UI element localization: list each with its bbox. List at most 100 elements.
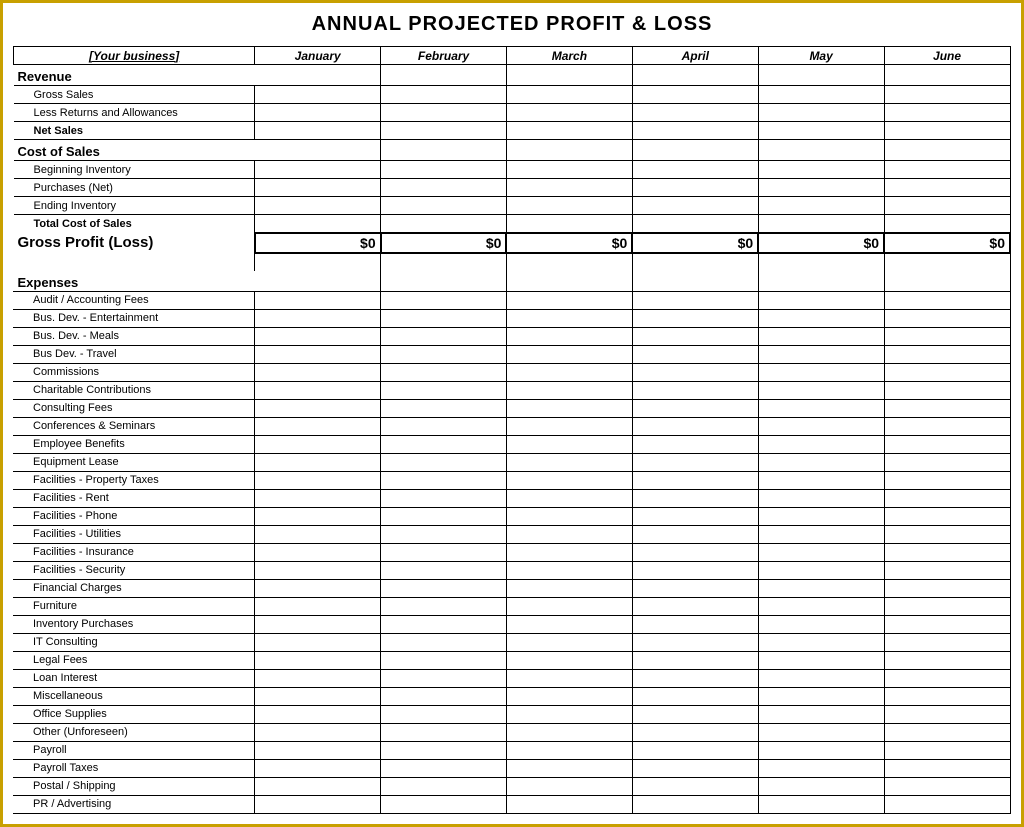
expense-19-col-0[interactable] xyxy=(255,633,381,651)
expense-18-col-2[interactable] xyxy=(507,615,633,633)
expense-8-col-2[interactable] xyxy=(507,435,633,453)
gross-sales-jan[interactable] xyxy=(255,86,381,104)
expense-3-col-0[interactable] xyxy=(255,345,381,363)
expense-23-col-3[interactable] xyxy=(633,705,759,723)
expense-6-col-1[interactable] xyxy=(381,399,507,417)
expense-8-col-1[interactable] xyxy=(381,435,507,453)
expense-26-col-3[interactable] xyxy=(633,759,759,777)
expense-8-col-5[interactable] xyxy=(885,435,1011,453)
expense-20-col-5[interactable] xyxy=(885,651,1011,669)
expense-5-col-2[interactable] xyxy=(507,381,633,399)
expense-24-col-2[interactable] xyxy=(507,723,633,741)
expense-22-col-3[interactable] xyxy=(633,687,759,705)
gross-profit-feb[interactable]: $0 xyxy=(381,233,507,253)
expense-18-col-0[interactable] xyxy=(255,615,381,633)
expense-22-col-2[interactable] xyxy=(507,687,633,705)
expense-5-col-3[interactable] xyxy=(633,381,759,399)
expense-27-col-4[interactable] xyxy=(759,777,885,795)
expense-1-col-5[interactable] xyxy=(885,309,1011,327)
expense-11-col-0[interactable] xyxy=(255,489,381,507)
expense-2-col-5[interactable] xyxy=(885,327,1011,345)
expense-5-col-5[interactable] xyxy=(885,381,1011,399)
expense-20-col-2[interactable] xyxy=(507,651,633,669)
expense-15-col-1[interactable] xyxy=(381,561,507,579)
expense-26-col-4[interactable] xyxy=(759,759,885,777)
expense-22-col-1[interactable] xyxy=(381,687,507,705)
expense-23-col-5[interactable] xyxy=(885,705,1011,723)
expense-17-col-5[interactable] xyxy=(885,597,1011,615)
expense-1-col-4[interactable] xyxy=(759,309,885,327)
expense-18-col-5[interactable] xyxy=(885,615,1011,633)
expense-11-col-4[interactable] xyxy=(759,489,885,507)
expense-13-col-2[interactable] xyxy=(507,525,633,543)
expense-10-col-0[interactable] xyxy=(255,471,381,489)
expense-15-col-0[interactable] xyxy=(255,561,381,579)
beginning-inventory-jun[interactable] xyxy=(884,161,1010,179)
expense-13-col-0[interactable] xyxy=(255,525,381,543)
expense-0-col-1[interactable] xyxy=(381,291,507,309)
net-sales-jan[interactable] xyxy=(255,122,381,140)
expense-7-col-2[interactable] xyxy=(507,417,633,435)
expense-22-col-0[interactable] xyxy=(255,687,381,705)
expense-3-col-1[interactable] xyxy=(381,345,507,363)
expense-26-col-2[interactable] xyxy=(507,759,633,777)
expense-16-col-4[interactable] xyxy=(759,579,885,597)
beginning-inventory-may[interactable] xyxy=(758,161,884,179)
expense-12-col-0[interactable] xyxy=(255,507,381,525)
gross-profit-apr[interactable]: $0 xyxy=(632,233,758,253)
expense-2-col-2[interactable] xyxy=(507,327,633,345)
beginning-inventory-jan[interactable] xyxy=(255,161,381,179)
expense-28-col-1[interactable] xyxy=(381,795,507,813)
expense-13-col-5[interactable] xyxy=(885,525,1011,543)
expense-26-col-0[interactable] xyxy=(255,759,381,777)
expense-9-col-3[interactable] xyxy=(633,453,759,471)
expense-18-col-1[interactable] xyxy=(381,615,507,633)
expense-4-col-4[interactable] xyxy=(759,363,885,381)
expense-24-col-4[interactable] xyxy=(759,723,885,741)
expense-3-col-3[interactable] xyxy=(633,345,759,363)
ending-inventory-feb[interactable] xyxy=(381,197,507,215)
expense-16-col-0[interactable] xyxy=(255,579,381,597)
expense-3-col-2[interactable] xyxy=(507,345,633,363)
expense-0-col-4[interactable] xyxy=(759,291,885,309)
expense-11-col-2[interactable] xyxy=(507,489,633,507)
total-cos-may[interactable] xyxy=(758,215,884,233)
expense-19-col-4[interactable] xyxy=(759,633,885,651)
expense-18-col-4[interactable] xyxy=(759,615,885,633)
expense-14-col-4[interactable] xyxy=(759,543,885,561)
expense-19-col-2[interactable] xyxy=(507,633,633,651)
expense-0-col-3[interactable] xyxy=(633,291,759,309)
expense-9-col-0[interactable] xyxy=(255,453,381,471)
expense-21-col-2[interactable] xyxy=(507,669,633,687)
expense-10-col-3[interactable] xyxy=(633,471,759,489)
beginning-inventory-feb[interactable] xyxy=(381,161,507,179)
beginning-inventory-mar[interactable] xyxy=(506,161,632,179)
expense-20-col-1[interactable] xyxy=(381,651,507,669)
expense-21-col-3[interactable] xyxy=(633,669,759,687)
expense-20-col-3[interactable] xyxy=(633,651,759,669)
gross-profit-may[interactable]: $0 xyxy=(758,233,884,253)
expense-14-col-1[interactable] xyxy=(381,543,507,561)
expense-23-col-4[interactable] xyxy=(759,705,885,723)
expense-22-col-4[interactable] xyxy=(759,687,885,705)
expense-24-col-3[interactable] xyxy=(633,723,759,741)
expense-12-col-2[interactable] xyxy=(507,507,633,525)
expense-6-col-5[interactable] xyxy=(885,399,1011,417)
net-sales-mar[interactable] xyxy=(506,122,632,140)
expense-11-col-1[interactable] xyxy=(381,489,507,507)
ending-inventory-jan[interactable] xyxy=(255,197,381,215)
expense-5-col-1[interactable] xyxy=(381,381,507,399)
expense-0-col-2[interactable] xyxy=(507,291,633,309)
expense-9-col-5[interactable] xyxy=(885,453,1011,471)
expense-25-col-5[interactable] xyxy=(885,741,1011,759)
expense-8-col-3[interactable] xyxy=(633,435,759,453)
expense-14-col-5[interactable] xyxy=(885,543,1011,561)
purchases-apr[interactable] xyxy=(632,179,758,197)
total-cos-jan[interactable] xyxy=(255,215,381,233)
expense-9-col-1[interactable] xyxy=(381,453,507,471)
expense-5-col-0[interactable] xyxy=(255,381,381,399)
expense-13-col-3[interactable] xyxy=(633,525,759,543)
gross-profit-jun[interactable]: $0 xyxy=(884,233,1010,253)
expense-9-col-4[interactable] xyxy=(759,453,885,471)
expense-21-col-4[interactable] xyxy=(759,669,885,687)
